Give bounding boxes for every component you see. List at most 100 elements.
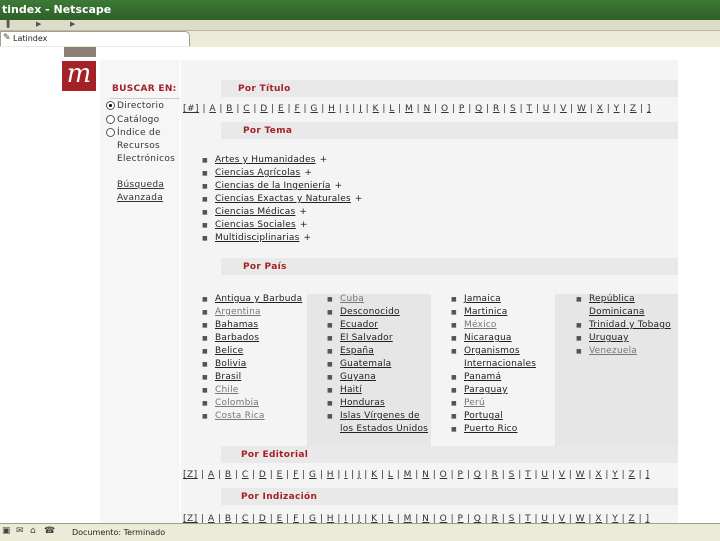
topic-link[interactable]: Artes y Humanidades [215,155,316,165]
alphabet-link[interactable]: [Z] [183,514,198,523]
alphabet-link[interactable]: B [226,104,233,114]
advanced-search-link-line2[interactable]: Avanzada [117,193,163,203]
country-link[interactable]: Bahamas [215,320,258,330]
radio-indice[interactable] [106,128,115,137]
country-link[interactable]: Chile [215,385,239,395]
alphabet-link[interactable]: C [242,514,249,523]
alphabet-link[interactable]: A [208,470,215,480]
country-link[interactable]: Nicaragua [464,333,512,343]
security-lock-icon[interactable]: ▣ [2,526,11,536]
mail-icon[interactable]: ✉ [16,526,24,536]
alphabet-link[interactable]: ] [645,470,649,480]
country-link[interactable]: Portugal [464,411,503,421]
alphabet-link[interactable]: W [576,470,585,480]
collapse-icon[interactable]: ▐ [4,21,12,28]
country-link[interactable]: Antigua y Barbuda [215,294,302,304]
tab-latindex[interactable]: ✎ Latindex [0,31,190,46]
country-link[interactable]: Jamaica [464,294,501,304]
country-link[interactable]: Guatemala [340,359,391,369]
alphabet-link[interactable]: M [404,514,412,523]
topic-link[interactable]: Ciencias Exactas y Naturales [215,194,351,204]
country-link[interactable]: República [589,294,635,304]
alphabet-link[interactable]: G [309,514,316,523]
alphabet-link[interactable]: C [242,470,249,480]
country-link[interactable]: Puerto Rico [464,424,518,434]
topic-link[interactable]: Ciencias de la Ingeniería [215,181,331,191]
topic-link[interactable]: Ciencias Médicas [215,207,295,217]
country-link[interactable]: El Salvador [340,333,393,343]
country-link[interactable]: Internacionales [464,359,536,369]
country-link[interactable]: Belice [215,346,243,356]
alphabet-link[interactable]: A [208,514,215,523]
radio-directorio[interactable] [106,101,115,110]
expand-plus-icon[interactable]: + [304,233,312,243]
alphabet-link[interactable]: ] [647,104,651,114]
alphabet-link[interactable]: [Z] [183,470,198,480]
alphabet-link[interactable]: U [543,104,550,114]
country-link[interactable]: los Estados Unidos [340,424,428,434]
latindex-logo[interactable]: m [62,61,96,91]
expand-plus-icon[interactable]: + [320,155,328,165]
navigation-arrow-icon[interactable]: ▶ [70,21,78,28]
navigation-arrow-icon[interactable]: ▶ [36,21,44,28]
expand-plus-icon[interactable]: + [355,194,363,204]
alphabet-link[interactable]: Q [475,104,483,114]
country-link[interactable]: Colombia [215,398,259,408]
alphabet-link[interactable]: C [243,104,250,114]
country-link[interactable]: Honduras [340,398,385,408]
country-link[interactable]: Paraguay [464,385,508,395]
alphabet-link[interactable]: V [560,104,567,114]
country-link[interactable]: Venezuela [589,346,637,356]
country-link[interactable]: Guyana [340,372,376,382]
alphabet-link[interactable]: [#] [183,104,199,114]
country-link[interactable]: Panamá [464,372,501,382]
expand-plus-icon[interactable]: + [300,220,308,230]
alphabet-link[interactable]: R [493,104,500,114]
expand-plus-icon[interactable]: + [335,181,343,191]
country-link[interactable]: Martinica [464,307,507,317]
country-link[interactable]: Brasil [215,372,241,382]
chat-icon[interactable]: ☎ [44,526,55,536]
country-link[interactable]: España [340,346,374,356]
alphabet-link[interactable]: X [595,470,602,480]
country-link[interactable]: México [464,320,497,330]
alphabet-link[interactable]: ] [645,514,649,523]
expand-plus-icon[interactable]: + [304,168,312,178]
country-link[interactable]: Organismos [464,346,520,356]
topic-link[interactable]: Ciencias Agrícolas [215,168,300,178]
topic-link[interactable]: Multidisciplinarias [215,233,300,243]
alphabet-link[interactable]: H [327,514,334,523]
expand-plus-icon[interactable]: + [299,207,307,217]
composer-icon[interactable]: ⌂ [30,526,36,536]
country-link[interactable]: Cuba [340,294,364,304]
advanced-search-link[interactable]: Búsqueda [117,180,164,190]
alphabet-link[interactable]: W [576,514,585,523]
alphabet-link[interactable]: N [424,104,431,114]
alphabet-link[interactable]: G [310,104,317,114]
country-link[interactable]: Perú [464,398,485,408]
alphabet-link[interactable]: H [327,470,334,480]
country-item: Antigua y Barbuda [202,294,302,305]
country-link[interactable]: Argentina [215,307,261,317]
country-link[interactable]: Dominicana [589,307,645,317]
country-link[interactable]: Desconocido [340,307,400,317]
topic-link[interactable]: Ciencias Sociales [215,220,296,230]
country-link[interactable]: Ecuador [340,320,378,330]
country-link[interactable]: Costa Rica [215,411,265,421]
alphabet-link[interactable]: D [260,104,267,114]
country-link[interactable]: Islas Vírgenes de [340,411,420,421]
alphabet-link[interactable]: B [225,470,232,480]
country-link[interactable]: Bolivia [215,359,246,369]
alphabet-link[interactable]: Z [630,104,637,114]
radio-catalogo[interactable] [106,115,115,124]
country-link[interactable]: Barbados [215,333,259,343]
country-link[interactable]: Uruguay [589,333,629,343]
alphabet-link[interactable]: G [309,470,316,480]
alphabet-link[interactable]: B [225,514,232,523]
country-link[interactable]: Trinidad y Tobago [589,320,671,330]
alphabet-link[interactable]: M [404,470,412,480]
alphabet-link[interactable]: A [209,104,216,114]
country-link[interactable]: Haití [340,385,362,395]
alphabet-link[interactable]: X [595,514,602,523]
alphabet-link[interactable]: O [441,104,449,114]
